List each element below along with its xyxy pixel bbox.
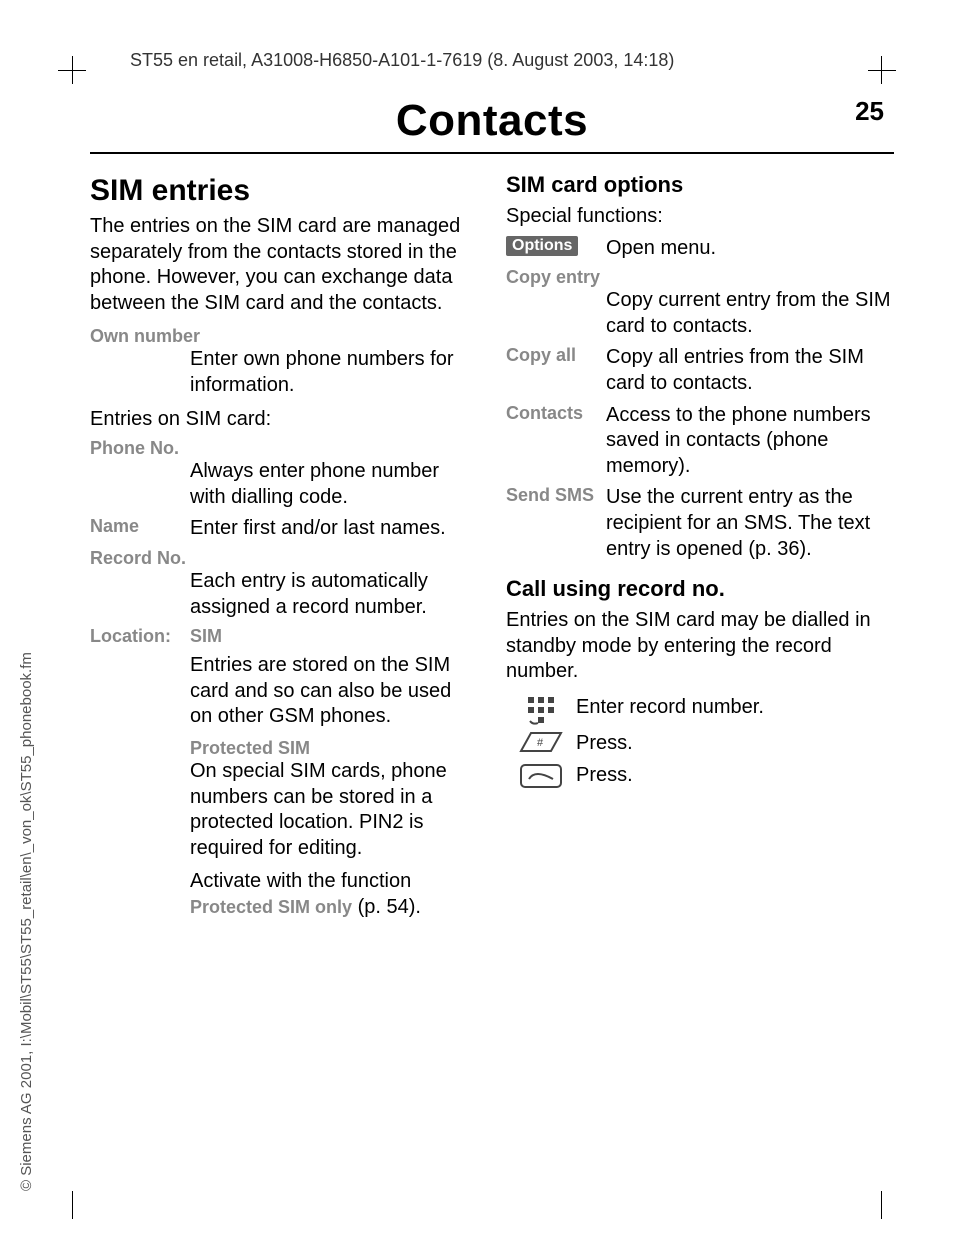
location-text: Entries are stored on the SIM card and s… bbox=[190, 653, 478, 730]
call-intro: Entries on the SIM card may be dialled i… bbox=[506, 608, 894, 685]
protected-sim-text: On special SIM cards, phone numbers can … bbox=[190, 759, 478, 861]
svg-text:#: # bbox=[537, 737, 544, 749]
phone-no-text: Always enter phone number with dialling … bbox=[190, 459, 478, 510]
call-key-icon bbox=[506, 763, 576, 789]
hash-key-icon: # bbox=[506, 731, 576, 757]
enter-record-text: Enter record number. bbox=[576, 695, 894, 725]
side-file-path: © Siemens AG 2001, I:\Mobil\ST55\ST55_re… bbox=[18, 652, 35, 1191]
copy-entry-text: Copy current entry from the SIM card to … bbox=[606, 288, 894, 339]
activate-text: Activate with the function Protected SIM… bbox=[190, 869, 478, 920]
own-number-label: Own number bbox=[90, 326, 478, 347]
record-no-label: Record No. bbox=[90, 548, 478, 569]
name-label: Name bbox=[90, 516, 190, 542]
press-call-text: Press. bbox=[576, 763, 894, 789]
send-sms-label: Send SMS bbox=[506, 485, 606, 562]
right-column: SIM card options Special functions: Opti… bbox=[506, 168, 894, 920]
keypad-icon bbox=[506, 695, 576, 725]
contacts-label: Contacts bbox=[506, 403, 606, 480]
activate-text-1: Activate with the function bbox=[190, 870, 411, 892]
title-rule bbox=[90, 152, 894, 154]
open-menu-text: Open menu. bbox=[606, 236, 894, 262]
activate-text-2: (p. 54). bbox=[352, 896, 421, 918]
copy-all-text: Copy all entries from the SIM card to co… bbox=[606, 345, 894, 396]
own-number-text: Enter own phone numbers for information. bbox=[190, 347, 478, 398]
activate-text-bold: Protected SIM only bbox=[190, 897, 352, 917]
header-line: ST55 en retail, A31008-H6850-A101-1-7619… bbox=[130, 50, 894, 71]
protected-sim-label: Protected SIM bbox=[190, 738, 478, 759]
location-label: Location: bbox=[90, 626, 190, 647]
name-text: Enter first and/or last names. bbox=[190, 516, 478, 542]
copy-all-label: Copy all bbox=[506, 345, 606, 396]
record-no-text: Each entry is automatically assigned a r… bbox=[190, 569, 478, 620]
copy-entry-label: Copy entry bbox=[506, 267, 894, 288]
options-softkey[interactable]: Options bbox=[506, 236, 578, 256]
sim-entries-intro: The entries on the SIM card are managed … bbox=[90, 214, 478, 316]
page-number: 25 bbox=[855, 96, 884, 127]
send-sms-text: Use the current entry as the recipient f… bbox=[606, 485, 894, 562]
press-hash-text: Press. bbox=[576, 731, 894, 757]
contacts-text: Access to the phone numbers saved in con… bbox=[606, 403, 894, 480]
page-title: Contacts bbox=[396, 96, 588, 146]
sim-entries-heading: SIM entries bbox=[90, 174, 478, 208]
location-value: SIM bbox=[190, 626, 478, 647]
sim-card-options-heading: SIM card options bbox=[506, 172, 894, 198]
call-using-record-heading: Call using record no. bbox=[506, 576, 894, 602]
left-column: SIM entries The entries on the SIM card … bbox=[90, 168, 478, 920]
phone-no-label: Phone No. bbox=[90, 438, 478, 459]
special-functions: Special functions: bbox=[506, 204, 894, 230]
entries-on-sim: Entries on SIM card: bbox=[90, 407, 478, 433]
